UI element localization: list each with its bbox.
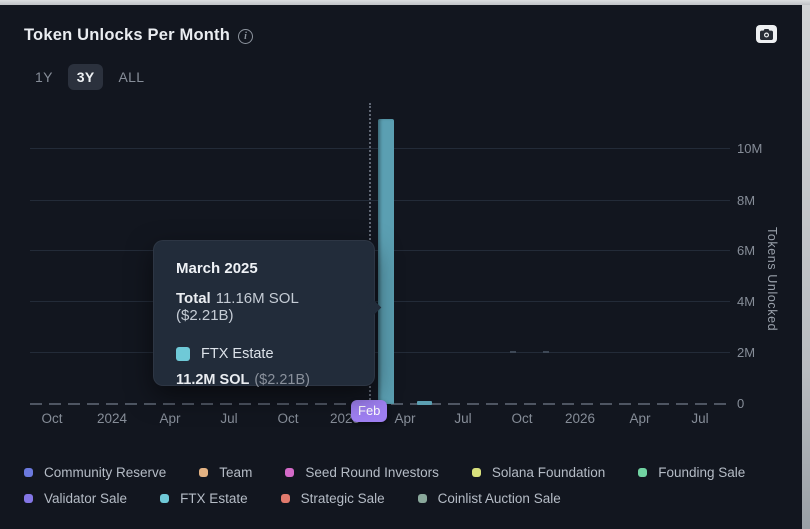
chart-tooltip: March 2025 Total11.16M SOL ($2.21B) FTX … bbox=[153, 240, 375, 386]
x-tick: Apr bbox=[394, 411, 415, 426]
legend-label: Solana Foundation bbox=[492, 465, 605, 480]
tooltip-total-label: Total bbox=[176, 290, 211, 307]
x-tick: 2026 bbox=[565, 411, 595, 426]
legend-label: Community Reserve bbox=[44, 465, 166, 480]
x-tick: Oct bbox=[511, 411, 532, 426]
page-title: Token Unlocks Per Month bbox=[24, 26, 230, 45]
range-selector: 1Y 3Y ALL bbox=[26, 64, 153, 90]
bar-march-2025-ftx-estate[interactable] bbox=[378, 119, 394, 404]
legend-item-strategic-sale[interactable]: Strategic Sale bbox=[281, 488, 385, 509]
x-tick: Apr bbox=[629, 411, 650, 426]
crosshair-month-badge: Feb bbox=[351, 400, 387, 422]
tooltip-month-title: March 2025 bbox=[176, 260, 352, 277]
y-axis-title: Tokens Unlocked bbox=[765, 227, 779, 331]
legend-item-solana-foundation[interactable]: Solana Foundation bbox=[472, 462, 605, 483]
legend-item-founding-sale[interactable]: Founding Sale bbox=[638, 462, 745, 483]
tooltip-series-row: FTX Estate bbox=[176, 346, 352, 362]
legend-dot bbox=[160, 494, 169, 503]
page-scrollbar[interactable] bbox=[802, 0, 810, 529]
legend-dot bbox=[285, 468, 294, 477]
x-tick: Jul bbox=[691, 411, 708, 426]
tooltip-sol-value: 11.2M SOL bbox=[176, 372, 249, 388]
y-tick-10m: 10M bbox=[737, 141, 762, 156]
legend-dot bbox=[418, 494, 427, 503]
x-tick: 2024 bbox=[97, 411, 127, 426]
y-tick-2m: 2M bbox=[737, 345, 755, 360]
y-tick-8m: 8M bbox=[737, 193, 755, 208]
x-tick: Jul bbox=[454, 411, 471, 426]
bar-april-2025-ftx-estate[interactable] bbox=[417, 401, 432, 405]
legend-dot bbox=[638, 468, 647, 477]
legend-dot bbox=[281, 494, 290, 503]
bar-chart-plot-area[interactable] bbox=[30, 103, 730, 404]
y-tick-6m: 6M bbox=[737, 243, 755, 258]
token-unlocks-panel: Token Unlocks Per Month i 1Y 3Y ALL 10M … bbox=[0, 0, 810, 529]
gridline-tick bbox=[510, 351, 516, 353]
legend-label: Strategic Sale bbox=[301, 491, 385, 506]
tooltip-usd-value: ($2.21B) bbox=[254, 372, 310, 388]
tooltip-total-row: Total11.16M SOL ($2.21B) bbox=[176, 290, 352, 324]
range-button-all[interactable]: ALL bbox=[109, 64, 153, 90]
legend-item-ftx-estate[interactable]: FTX Estate bbox=[160, 488, 248, 509]
info-icon[interactable]: i bbox=[238, 29, 253, 44]
legend-item-coinlist-auction-sale[interactable]: Coinlist Auction Sale bbox=[418, 488, 561, 509]
legend-label: Team bbox=[219, 465, 252, 480]
x-tick: Jul bbox=[220, 411, 237, 426]
legend-label: Validator Sale bbox=[44, 491, 127, 506]
page-top-edge bbox=[0, 0, 810, 5]
legend-label: Seed Round Investors bbox=[305, 465, 439, 480]
tooltip-series-value: 11.2M SOL ($2.21B) bbox=[176, 372, 352, 388]
legend-item-seed-round-investors[interactable]: Seed Round Investors bbox=[285, 462, 439, 483]
legend-label: FTX Estate bbox=[180, 491, 248, 506]
chart-legend: Community Reserve Team Seed Round Invest… bbox=[24, 462, 749, 509]
x-tick: Apr bbox=[159, 411, 180, 426]
x-tick: Oct bbox=[41, 411, 62, 426]
legend-dot bbox=[199, 468, 208, 477]
ftx-estate-swatch bbox=[176, 347, 190, 361]
legend-item-community-reserve[interactable]: Community Reserve bbox=[24, 462, 166, 483]
legend-item-team[interactable]: Team bbox=[199, 462, 252, 483]
legend-item-validator-sale[interactable]: Validator Sale bbox=[24, 488, 127, 509]
legend-dot bbox=[24, 494, 33, 503]
range-button-3y[interactable]: 3Y bbox=[68, 64, 104, 90]
y-tick-0: 0 bbox=[737, 396, 744, 411]
screenshot-button[interactable] bbox=[756, 25, 777, 43]
gridline-tick bbox=[543, 351, 549, 353]
legend-dot bbox=[472, 468, 481, 477]
camera-icon bbox=[760, 29, 773, 40]
x-tick: Oct bbox=[277, 411, 298, 426]
y-tick-4m: 4M bbox=[737, 294, 755, 309]
legend-label: Coinlist Auction Sale bbox=[438, 491, 561, 506]
range-button-1y[interactable]: 1Y bbox=[26, 64, 62, 90]
legend-label: Founding Sale bbox=[658, 465, 745, 480]
tooltip-series-name: FTX Estate bbox=[201, 346, 274, 362]
legend-dot bbox=[24, 468, 33, 477]
